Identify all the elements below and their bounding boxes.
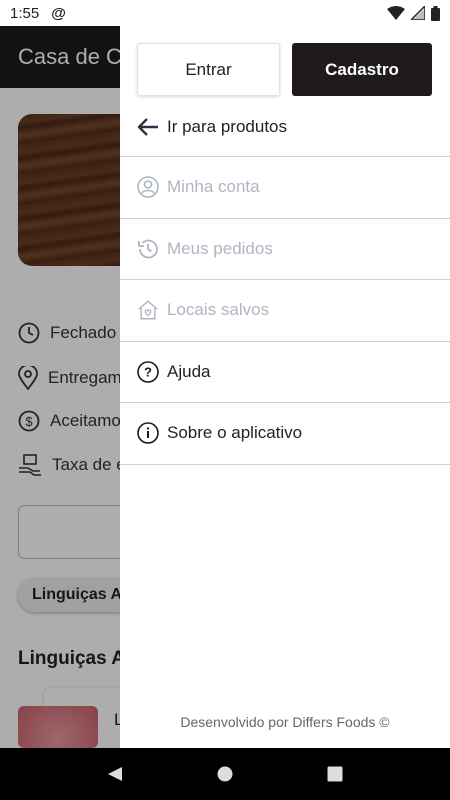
- status-bar: 1:55 @: [0, 0, 450, 26]
- arrow-left-icon: [137, 116, 159, 138]
- recents-icon[interactable]: [327, 766, 343, 782]
- battery-icon: [431, 5, 440, 21]
- account-icon: [137, 176, 159, 199]
- help-circle-icon: ?: [137, 360, 159, 383]
- history-icon: [137, 238, 159, 260]
- signup-button[interactable]: Cadastro: [292, 43, 432, 96]
- menu-item-label: Sobre o aplicativo: [167, 423, 303, 443]
- system-nav-bar: [0, 748, 450, 800]
- status-time: 1:55: [10, 4, 40, 22]
- menu-item-orders[interactable]: Meus pedidos: [120, 219, 450, 280]
- home-icon[interactable]: [217, 766, 233, 782]
- status-icons: [387, 5, 440, 21]
- back-icon[interactable]: [107, 766, 123, 782]
- info-circle-icon: [137, 422, 159, 445]
- wifi-icon: [387, 6, 405, 20]
- svg-text:?: ?: [144, 364, 152, 379]
- navigation-drawer: Entrar Cadastro Ir para produtos Minha c…: [120, 26, 450, 748]
- home-heart-icon: [137, 299, 159, 321]
- menu-item-help[interactable]: ? Ajuda: [120, 342, 450, 403]
- menu-item-saved-places[interactable]: Locais salvos: [120, 280, 450, 342]
- login-button[interactable]: Entrar: [137, 43, 280, 96]
- menu-item-about[interactable]: Sobre o aplicativo: [120, 403, 450, 465]
- menu-item-label: Minha conta: [167, 177, 260, 197]
- signal-icon: [411, 6, 425, 20]
- menu-item-label: Ajuda: [167, 361, 211, 381]
- at-sign-icon: @: [51, 4, 66, 22]
- menu-item-label: Meus pedidos: [167, 238, 273, 258]
- menu-item-products[interactable]: Ir para produtos: [120, 98, 450, 157]
- screen: 1:55 @ Casa de Ca Fechado Entregam $ Ace…: [0, 0, 450, 800]
- menu-item-account[interactable]: Minha conta: [120, 157, 450, 219]
- developer-footer: Desenvolvido por Differs Foods ©: [180, 714, 390, 730]
- menu-item-label: Locais salvos: [167, 300, 270, 320]
- auth-buttons: Entrar Cadastro: [120, 26, 450, 98]
- menu-item-label: Ir para produtos: [167, 117, 288, 136]
